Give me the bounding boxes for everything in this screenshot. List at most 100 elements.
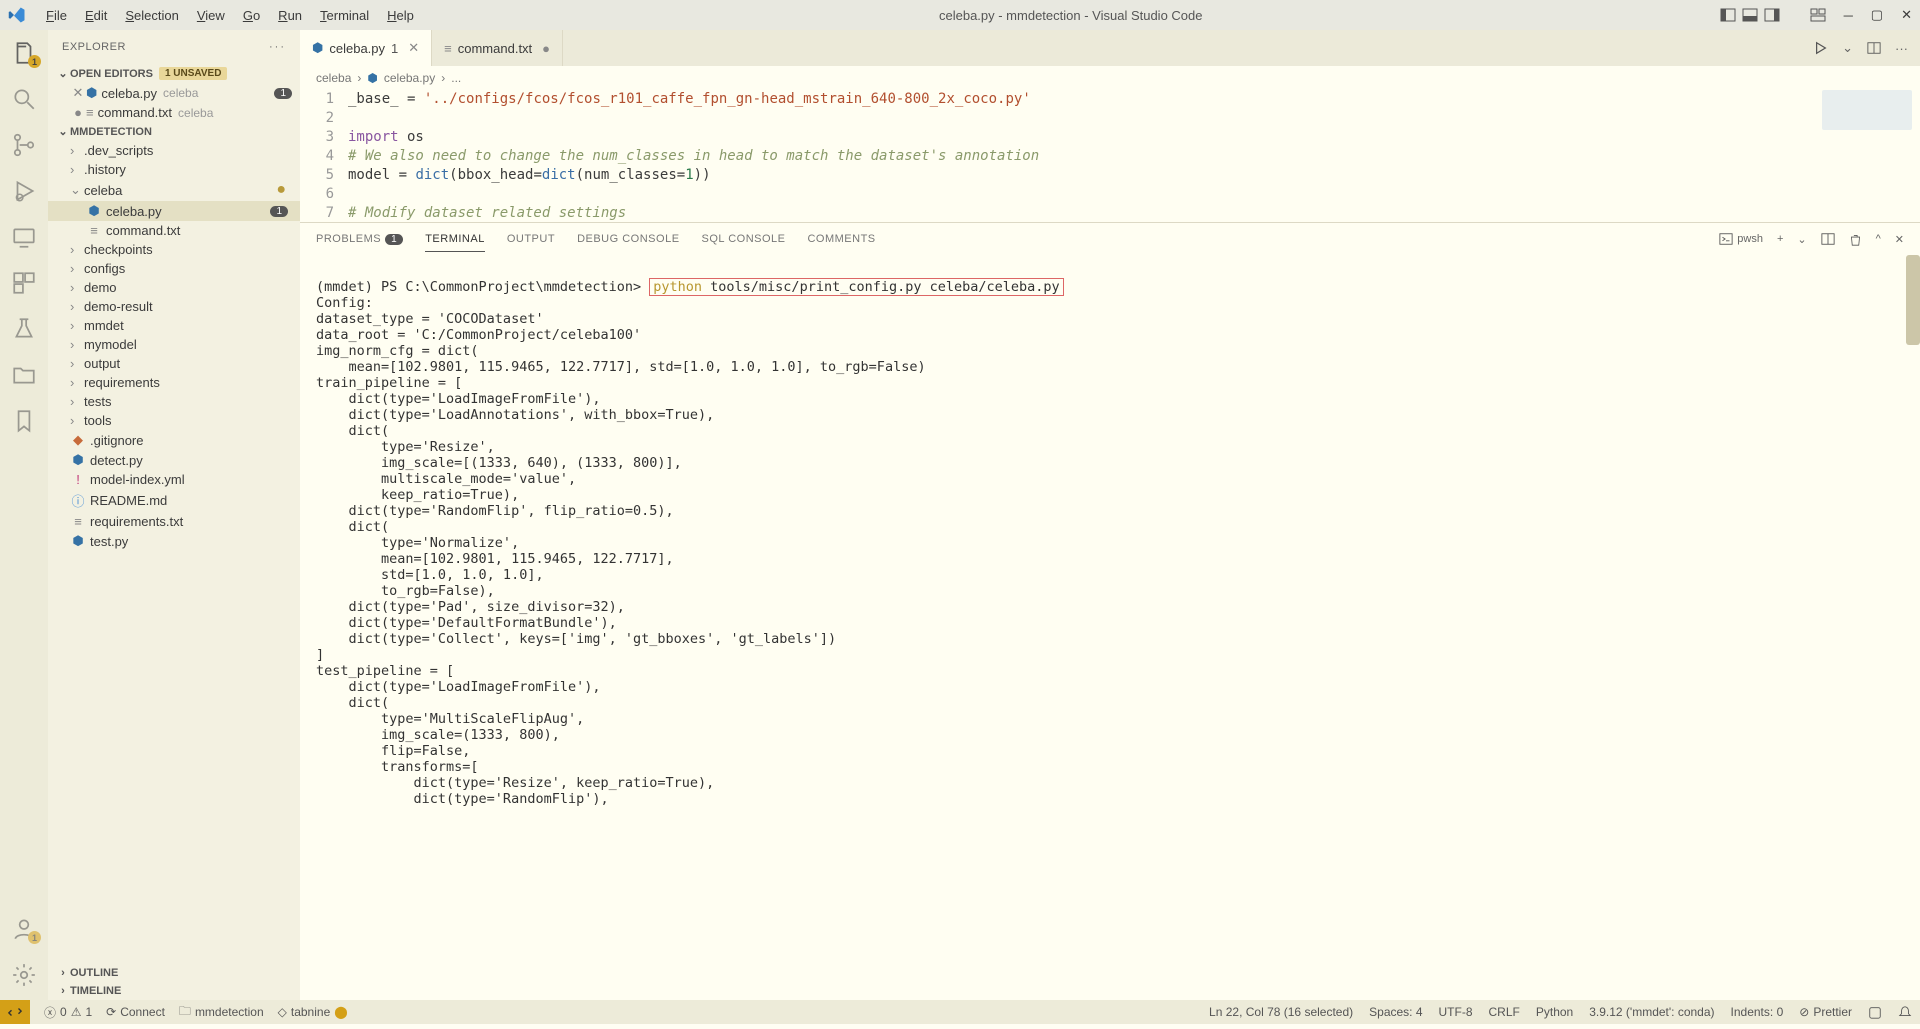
split-terminal-icon[interactable] [1821,232,1835,246]
feedback-icon[interactable] [1868,1005,1882,1019]
tab-output[interactable]: OUTPUT [507,227,555,251]
extensions-icon[interactable] [11,270,37,296]
close-panel-icon[interactable]: ✕ [1895,233,1904,246]
search-icon[interactable] [11,86,37,112]
code-editor[interactable]: 1234567 _base_ = '../configs/fcos/fcos_r… [300,90,1920,222]
menu-edit[interactable]: Edit [77,4,115,27]
close-tab-icon[interactable]: ✕ [408,40,419,56]
split-editor-icon[interactable] [1867,41,1881,55]
file-item[interactable]: ≡requirements.txt [48,512,300,531]
folder-item[interactable]: ›demo-result [48,297,300,316]
tabnine-status[interactable]: ◇ tabnine ⬤ [278,1005,348,1019]
interpreter-status[interactable]: 3.9.12 ('mmdet': conda) [1589,1005,1714,1019]
menu-selection[interactable]: Selection [117,4,186,27]
menu-help[interactable]: Help [379,4,422,27]
outline-header[interactable]: ›OUTLINE [48,964,300,982]
timeline-header[interactable]: ›TIMELINE [48,982,300,1000]
menu-file[interactable]: File [38,4,75,27]
editor-more-icon[interactable]: ··· [1895,41,1908,56]
breadcrumb-item[interactable]: celeba [316,71,351,85]
terminal-scrollbar[interactable] [1906,255,1920,345]
terminal-dropdown-icon[interactable]: ⌄ [1797,233,1806,246]
workspace-status[interactable]: 🗀 mmdetection [179,1002,264,1023]
modified-dot-icon[interactable]: ● [70,105,86,120]
prettier-status[interactable]: ⊘ Prettier [1799,1005,1852,1019]
terminal-shell-icon[interactable]: pwsh [1719,232,1763,246]
breadcrumb-item[interactable]: ... [451,71,461,85]
remote-explorer-icon[interactable] [11,224,37,250]
menu-go[interactable]: Go [235,4,268,27]
tab-terminal[interactable]: TERMINAL [425,227,485,252]
file-item[interactable]: ⬢detect.py [48,450,300,470]
folder-item[interactable]: ›.history [48,160,300,179]
file-item[interactable]: ⬢celeba.py1 [48,201,300,221]
tab-problems[interactable]: PROBLEMS1 [316,227,403,251]
folder-item[interactable]: ›demo [48,278,300,297]
folder-item[interactable]: ⌄celeba● [48,179,300,201]
account-icon[interactable]: 1 [11,916,37,942]
breadcrumb-item[interactable]: celeba.py [384,71,435,85]
explorer-more-icon[interactable]: ··· [269,41,286,53]
folder-item[interactable]: ›mymodel [48,335,300,354]
settings-gear-icon[interactable] [11,962,37,988]
window-maximize-icon[interactable]: ▢ [1871,7,1883,23]
file-item[interactable]: ⬢test.py [48,531,300,551]
run-debug-icon[interactable] [11,178,37,204]
window-minimize-icon[interactable]: ─ [1844,8,1853,23]
menu-run[interactable]: Run [270,4,310,27]
folder-library-icon[interactable] [11,362,37,388]
menu-view[interactable]: View [189,4,233,27]
folder-item[interactable]: ›tools [48,411,300,430]
tab-sql-console[interactable]: SQL CONSOLE [702,227,786,251]
explorer-icon[interactable]: 1 [11,40,37,66]
minimap[interactable] [1822,90,1912,130]
layout-customize-icon[interactable] [1810,7,1826,23]
run-icon[interactable] [1814,41,1828,55]
layout-panel-left-icon[interactable] [1720,7,1736,23]
workspace-header[interactable]: ⌄ MMDETECTION [48,122,300,141]
layout-panel-bottom-icon[interactable] [1742,7,1758,23]
folder-item[interactable]: ›.dev_scripts [48,141,300,160]
open-editors-header[interactable]: ⌄ OPEN EDITORS 1 UNSAVED [48,64,300,83]
tab-comments[interactable]: COMMENTS [807,227,875,251]
testing-icon[interactable] [11,316,37,342]
chevron-icon: › [70,299,84,314]
file-item[interactable]: ⓘREADME.md [48,489,300,512]
open-editor-item[interactable]: ● ≡ command.txt celeba [48,103,300,122]
new-terminal-icon[interactable]: + [1777,233,1783,245]
maximize-panel-icon[interactable]: ^ [1876,233,1881,245]
file-item[interactable]: !model-index.yml [48,470,300,489]
tab-debug-console[interactable]: DEBUG CONSOLE [577,227,679,251]
layout-panel-right-icon[interactable] [1764,7,1780,23]
file-item[interactable]: ◆.gitignore [48,430,300,450]
folder-item[interactable]: ›checkpoints [48,240,300,259]
eol-status[interactable]: CRLF [1489,1005,1520,1019]
terminal-content[interactable]: (mmdet) PS C:\CommonProject\mmdetection>… [300,255,1920,1000]
close-icon[interactable]: ✕ [70,85,86,101]
encoding-status[interactable]: UTF-8 [1439,1005,1473,1019]
language-status[interactable]: Python [1536,1005,1573,1019]
window-close-icon[interactable]: ✕ [1901,7,1912,23]
indents-status[interactable]: Indents: 0 [1731,1005,1784,1019]
bookmark-icon[interactable] [11,408,37,434]
folder-item[interactable]: ›mmdet [48,316,300,335]
editor-tab[interactable]: ⬢ celeba.py 1 ✕ [300,30,432,66]
remote-button[interactable] [0,1000,30,1024]
connect-status[interactable]: ⟳ Connect [106,1005,165,1019]
open-editor-item[interactable]: ✕ ⬢ celeba.py celeba 1 [48,83,300,103]
menu-terminal[interactable]: Terminal [312,4,377,27]
folder-item[interactable]: ›output [48,354,300,373]
notifications-icon[interactable] [1898,1005,1912,1019]
file-item[interactable]: ≡command.txt [48,221,300,240]
cursor-position[interactable]: Ln 22, Col 78 (16 selected) [1209,1005,1353,1019]
problems-status[interactable]: ⓧ 0 ⚠ 1 [44,1004,92,1021]
kill-terminal-icon[interactable] [1849,233,1862,246]
folder-item[interactable]: ›tests [48,392,300,411]
folder-item[interactable]: ›requirements [48,373,300,392]
source-control-icon[interactable] [11,132,37,158]
run-dropdown-icon[interactable]: ⌄ [1842,40,1853,56]
breadcrumb[interactable]: celeba › ⬢ celeba.py › ... [300,66,1920,90]
indentation-status[interactable]: Spaces: 4 [1369,1005,1422,1019]
editor-tab[interactable]: ≡ command.txt ● [432,30,563,66]
folder-item[interactable]: ›configs [48,259,300,278]
